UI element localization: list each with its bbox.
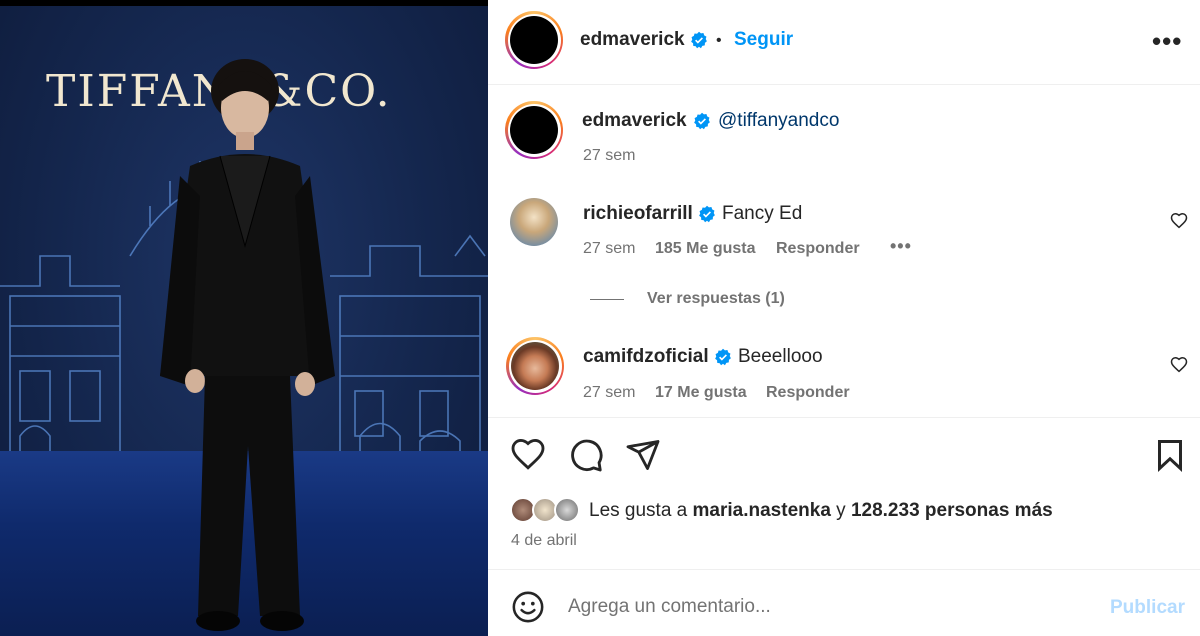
caption-time[interactable]: 27 sem (583, 147, 635, 165)
caption-author-avatar[interactable] (505, 101, 563, 159)
comment-likes-count[interactable]: 185 Me gusta (655, 240, 755, 258)
comment-username[interactable]: camifdzoficial (583, 346, 709, 368)
bookmark-icon[interactable] (1152, 437, 1188, 473)
comment-likes-count[interactable]: 17 Me gusta (655, 384, 747, 402)
comment-icon[interactable] (568, 437, 604, 473)
commenter-avatar[interactable] (510, 198, 558, 246)
caption-mention-link[interactable]: @tiffanyandco (718, 110, 839, 132)
view-replies-button[interactable]: Ver respuestas (1) (647, 290, 785, 308)
publish-button[interactable]: Publicar (1110, 597, 1185, 619)
post-date[interactable]: 4 de abril (511, 532, 577, 550)
comment-text: Fancy Ed (722, 203, 803, 224)
comment-username[interactable]: richieofarrill (583, 203, 693, 225)
divider (488, 569, 1200, 570)
comment-text: Beeellooo (738, 346, 823, 367)
emoji-icon[interactable] (511, 590, 545, 624)
divider (488, 84, 1200, 85)
author-avatar[interactable] (505, 11, 563, 69)
likes-summary[interactable]: Les gusta a maria.nastenka y 128.233 per… (589, 500, 1053, 522)
likes-count[interactable]: 128.233 personas más (851, 500, 1053, 521)
person-figure (160, 59, 335, 631)
more-options-icon[interactable]: ••• (1152, 28, 1182, 54)
comment-like-heart-icon[interactable] (1170, 212, 1188, 230)
commenter-avatar[interactable] (506, 337, 564, 395)
share-icon[interactable] (625, 437, 661, 473)
comment-time[interactable]: 27 sem (583, 384, 635, 402)
comment-more-icon[interactable]: ••• (890, 237, 912, 255)
divider (488, 417, 1200, 418)
separator-dot: • (716, 32, 722, 49)
verified-badge-icon (715, 348, 731, 366)
comment-input[interactable] (568, 594, 1088, 620)
view-replies-line (590, 299, 624, 300)
liker-username[interactable]: maria.nastenka (693, 500, 831, 521)
comment-like-heart-icon[interactable] (1170, 356, 1188, 374)
reply-button[interactable]: Responder (766, 384, 850, 402)
post-photo[interactable]: TIFFANY&CO. (0, 0, 488, 636)
follow-button[interactable]: Seguir (734, 29, 793, 51)
comment-time[interactable]: 27 sem (583, 240, 635, 258)
likes-middle: y (830, 500, 851, 521)
reply-button[interactable]: Responder (776, 240, 860, 258)
verified-badge-icon (691, 31, 707, 49)
verified-badge-icon (699, 205, 715, 223)
caption-username[interactable]: edmaverick (582, 110, 687, 132)
post-details-panel: edmaverick • Seguir ••• edmaverick @tiff… (488, 0, 1200, 636)
verified-badge-icon (694, 112, 710, 130)
likes-prefix: Les gusta a (589, 500, 693, 521)
like-heart-icon[interactable] (510, 437, 546, 473)
liker-avatar[interactable] (554, 497, 580, 523)
author-username[interactable]: edmaverick (580, 29, 685, 51)
